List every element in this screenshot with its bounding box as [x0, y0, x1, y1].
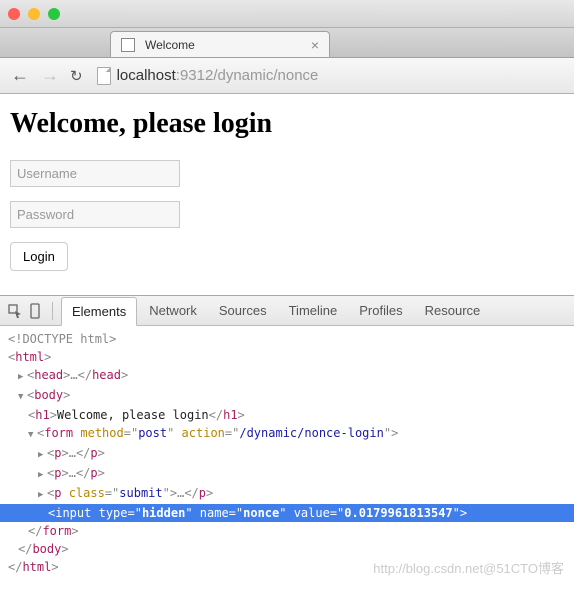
tab-network[interactable]: Network — [139, 297, 207, 324]
dom-line[interactable]: <h1>Welcome, please login</h1> — [8, 406, 566, 424]
dom-line[interactable]: </form> — [8, 522, 566, 540]
dom-line[interactable]: ▼<form method="post" action="/dynamic/no… — [8, 424, 566, 444]
address-bar[interactable]: localhost:9312/dynamic/nonce — [93, 67, 564, 85]
separator — [52, 302, 53, 320]
dom-line[interactable]: ▶<p>…</p> — [8, 464, 566, 484]
tab-sources[interactable]: Sources — [209, 297, 277, 324]
minimize-window-icon[interactable] — [28, 8, 40, 20]
dom-line[interactable]: ▶<p class="submit">…</p> — [8, 484, 566, 504]
devtools-panel: Elements Network Sources Timeline Profil… — [0, 295, 574, 584]
dom-line[interactable]: ▼<body> — [8, 386, 566, 406]
back-button[interactable]: ← — [10, 65, 30, 86]
tab-resources[interactable]: Resource — [415, 297, 491, 324]
dom-line-selected[interactable]: <input type="hidden" name="nonce" value=… — [0, 504, 574, 522]
tab-bar: Welcome × — [0, 28, 574, 58]
url-text: localhost:9312/dynamic/nonce — [117, 67, 319, 84]
devtools-tabbar: Elements Network Sources Timeline Profil… — [0, 296, 574, 326]
collapse-icon[interactable]: ▼ — [18, 388, 27, 406]
login-button[interactable]: Login — [10, 242, 68, 271]
watermark-text: http://blog.csdn.net@51CTO博客 — [373, 560, 564, 578]
password-input[interactable] — [10, 201, 180, 228]
page-heading: Welcome, please login — [10, 108, 564, 140]
expand-icon[interactable]: ▶ — [38, 486, 47, 504]
dom-line[interactable]: </body> — [8, 540, 566, 558]
dom-line[interactable]: ▶<head>…</head> — [8, 366, 566, 386]
browser-toolbar: ← → ↻ localhost:9312/dynamic/nonce — [0, 58, 574, 94]
collapse-icon[interactable]: ▼ — [28, 426, 37, 444]
dom-tree[interactable]: <!DOCTYPE html> <html> ▶<head>…</head> ▼… — [0, 326, 574, 584]
maximize-window-icon[interactable] — [48, 8, 60, 20]
page-favicon-icon — [121, 38, 135, 52]
close-window-icon[interactable] — [8, 8, 20, 20]
reload-button[interactable]: ↻ — [70, 67, 83, 85]
close-tab-icon[interactable]: × — [311, 38, 319, 52]
page-content: Welcome, please login Login — [0, 94, 574, 295]
tab-timeline[interactable]: Timeline — [279, 297, 348, 324]
device-icon[interactable] — [26, 302, 44, 320]
username-input[interactable] — [10, 160, 180, 187]
tab-title: Welcome — [145, 38, 301, 52]
browser-tab[interactable]: Welcome × — [110, 31, 330, 57]
window-controls — [0, 0, 574, 28]
expand-icon[interactable]: ▶ — [38, 466, 47, 484]
document-icon — [97, 67, 111, 85]
forward-button: → — [40, 65, 60, 86]
dom-line[interactable]: <html> — [8, 348, 566, 366]
expand-icon[interactable]: ▶ — [38, 446, 47, 464]
dom-line[interactable]: ▶<p>…</p> — [8, 444, 566, 464]
tab-elements[interactable]: Elements — [61, 297, 137, 326]
dom-line[interactable]: <!DOCTYPE html> — [8, 330, 566, 348]
expand-icon[interactable]: ▶ — [18, 368, 27, 386]
tab-profiles[interactable]: Profiles — [349, 297, 412, 324]
inspect-icon[interactable] — [6, 302, 24, 320]
